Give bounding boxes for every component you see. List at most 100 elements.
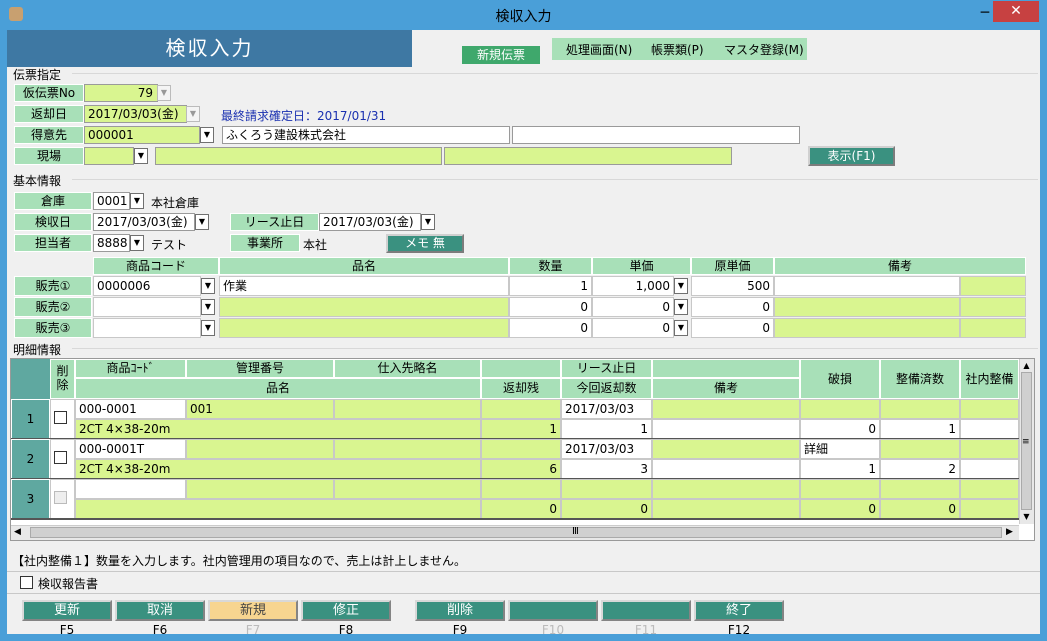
hanbai-price-field[interactable]: 1,000 bbox=[592, 276, 674, 296]
chevron-down-icon[interactable]: ▼ bbox=[421, 214, 435, 230]
chevron-down-icon[interactable]: ▼ bbox=[201, 320, 215, 336]
meisai-hason-field[interactable]: 1 bbox=[800, 459, 880, 479]
meisai-kanri-field[interactable] bbox=[186, 439, 334, 459]
meisai-hason-detail[interactable]: 詳細 bbox=[800, 439, 880, 459]
meisai-kanri-field[interactable]: 001 bbox=[186, 399, 334, 419]
meisai-seibi-field[interactable]: 2 bbox=[880, 459, 960, 479]
show-button[interactable]: 表示(F1) bbox=[808, 146, 895, 166]
soko-code-field[interactable]: 0001 bbox=[93, 192, 130, 210]
scroll-down-icon[interactable]: ▼ bbox=[1021, 512, 1032, 522]
henkyaku-field[interactable]: 2017/03/03(金) bbox=[84, 105, 187, 123]
hanbai-note-field[interactable] bbox=[774, 276, 960, 296]
chevron-down-icon[interactable]: ▼ bbox=[201, 299, 215, 315]
fkey-button-f10[interactable] bbox=[508, 600, 598, 621]
chevron-down-icon[interactable]: ▼ bbox=[134, 148, 148, 164]
hanbai-note-field[interactable] bbox=[774, 318, 960, 338]
meisai-hinmei-field[interactable] bbox=[75, 499, 481, 519]
meisai-code-field[interactable] bbox=[75, 479, 186, 499]
delete-checkbox[interactable] bbox=[54, 491, 67, 504]
fkey-button-f7[interactable]: 新規 bbox=[208, 600, 298, 621]
chevron-down-icon[interactable]: ▼ bbox=[130, 193, 144, 209]
hanbai-code-field[interactable] bbox=[93, 297, 201, 317]
meisai-code-field[interactable]: 000-0001 bbox=[75, 399, 186, 419]
fkey-button-f5[interactable]: 更新 bbox=[22, 600, 112, 621]
meisai-hason-detail[interactable] bbox=[800, 479, 880, 499]
chevron-down-icon[interactable]: ▼ bbox=[195, 214, 209, 230]
hanbai-price-field[interactable]: 0 bbox=[592, 318, 674, 338]
meisai-hinmei-field[interactable]: 2CT 4×38-20m bbox=[75, 459, 481, 479]
meisai-shiire-field[interactable] bbox=[334, 439, 481, 459]
tokuisaki-name2-field[interactable] bbox=[512, 126, 800, 144]
hanbai-cost-field[interactable]: 500 bbox=[691, 276, 774, 296]
meisai-biko-field[interactable] bbox=[652, 499, 800, 519]
meisai-konkai-field[interactable]: 0 bbox=[561, 499, 652, 519]
delete-checkbox[interactable] bbox=[54, 411, 67, 424]
fkey-label: F6 bbox=[152, 623, 168, 637]
tanto-code-field[interactable]: 8888 bbox=[93, 234, 130, 252]
fkey-button-f8[interactable]: 修正 bbox=[301, 600, 391, 621]
hanbai-code-field[interactable] bbox=[93, 318, 201, 338]
hanbai-qty-field[interactable]: 0 bbox=[509, 318, 592, 338]
hanbai-name-field[interactable] bbox=[219, 297, 509, 317]
meisai-lease-field[interactable] bbox=[561, 479, 652, 499]
genba-name2-field[interactable] bbox=[444, 147, 732, 165]
kenshu-field[interactable]: 2017/03/03(金) bbox=[93, 213, 195, 231]
chevron-down-icon[interactable]: ▼ bbox=[674, 299, 688, 315]
hanbai-name-field[interactable] bbox=[219, 318, 509, 338]
tokuisaki-name-field[interactable]: ふくろう建設株式会社 bbox=[222, 126, 510, 144]
chevron-down-icon[interactable]: ▼ bbox=[130, 235, 144, 251]
tokuisaki-code-field[interactable]: 000001 bbox=[84, 126, 200, 144]
meisai-biko-field[interactable] bbox=[652, 419, 800, 439]
meisai-hason-field[interactable]: 0 bbox=[800, 419, 880, 439]
hanbai-note-field[interactable] bbox=[774, 297, 960, 317]
scroll-left-icon[interactable]: ◀ bbox=[14, 527, 21, 537]
fkey-button-f9[interactable]: 削除 bbox=[415, 600, 505, 621]
meisai-shiire-field[interactable] bbox=[334, 479, 481, 499]
hanbai-code-field[interactable]: 0000006 bbox=[93, 276, 201, 296]
report-checkbox[interactable] bbox=[20, 576, 33, 589]
meisai-hason-field[interactable]: 0 bbox=[800, 499, 880, 519]
chevron-down-icon[interactable]: ▼ bbox=[674, 320, 688, 336]
chevron-down-icon[interactable]: ▼ bbox=[157, 85, 171, 101]
meisai-konkai-field[interactable]: 1 bbox=[561, 419, 652, 439]
delete-checkbox[interactable] bbox=[54, 451, 67, 464]
hanbai-price-field[interactable]: 0 bbox=[592, 297, 674, 317]
menu-shori[interactable]: 処理画面(N) bbox=[566, 41, 632, 58]
genba-code-field[interactable] bbox=[84, 147, 134, 165]
meisai-h-lease: リース止日 bbox=[561, 359, 652, 378]
fkey-button-f6[interactable]: 取消 bbox=[115, 600, 205, 621]
scroll-right-icon[interactable]: ▶ bbox=[1006, 527, 1013, 537]
hanbai-qty-field[interactable]: 1 bbox=[509, 276, 592, 296]
close-button[interactable]: ✕ bbox=[993, 1, 1039, 22]
fkey-button-f12[interactable]: 終了 bbox=[694, 600, 784, 621]
hanbai-name-field[interactable]: 作業 bbox=[219, 276, 509, 296]
chevron-down-icon[interactable]: ▼ bbox=[186, 106, 200, 122]
hanbai-cost-field[interactable]: 0 bbox=[691, 318, 774, 338]
genba-name-field[interactable] bbox=[155, 147, 442, 165]
meisai-konkai-field[interactable]: 3 bbox=[561, 459, 652, 479]
meisai-lease-field[interactable]: 2017/03/03 bbox=[561, 399, 652, 419]
lease-field[interactable]: 2017/03/03(金) bbox=[319, 213, 421, 231]
meisai-shiire-field[interactable] bbox=[334, 399, 481, 419]
meisai-seibi-field[interactable]: 0 bbox=[880, 499, 960, 519]
meisai-code-field[interactable]: 000-0001T bbox=[75, 439, 186, 459]
meisai-kanri-field[interactable] bbox=[186, 479, 334, 499]
minimize-button[interactable]: ─ bbox=[977, 3, 993, 23]
horizontal-scroll-thumb[interactable] bbox=[30, 527, 1002, 538]
chevron-down-icon[interactable]: ▼ bbox=[674, 278, 688, 294]
fkey-button-f11[interactable] bbox=[601, 600, 691, 621]
hanbai-cost-field[interactable]: 0 bbox=[691, 297, 774, 317]
meisai-hinmei-field[interactable]: 2CT 4×38-20m bbox=[75, 419, 481, 439]
chevron-down-icon[interactable]: ▼ bbox=[200, 127, 214, 143]
menu-chohyo[interactable]: 帳票類(P) bbox=[651, 41, 704, 58]
meisai-seibi-field[interactable]: 1 bbox=[880, 419, 960, 439]
hanbai-qty-field[interactable]: 0 bbox=[509, 297, 592, 317]
meisai-biko-field[interactable] bbox=[652, 459, 800, 479]
kari-no-field[interactable]: 79 bbox=[84, 84, 158, 102]
memo-button[interactable]: メモ 無 bbox=[386, 234, 464, 253]
meisai-lease-field[interactable]: 2017/03/03 bbox=[561, 439, 652, 459]
meisai-hason-detail[interactable] bbox=[800, 399, 880, 419]
chevron-down-icon[interactable]: ▼ bbox=[201, 278, 215, 294]
scroll-up-icon[interactable]: ▲ bbox=[1021, 361, 1032, 371]
menu-master[interactable]: マスタ登録(M) bbox=[724, 41, 804, 58]
